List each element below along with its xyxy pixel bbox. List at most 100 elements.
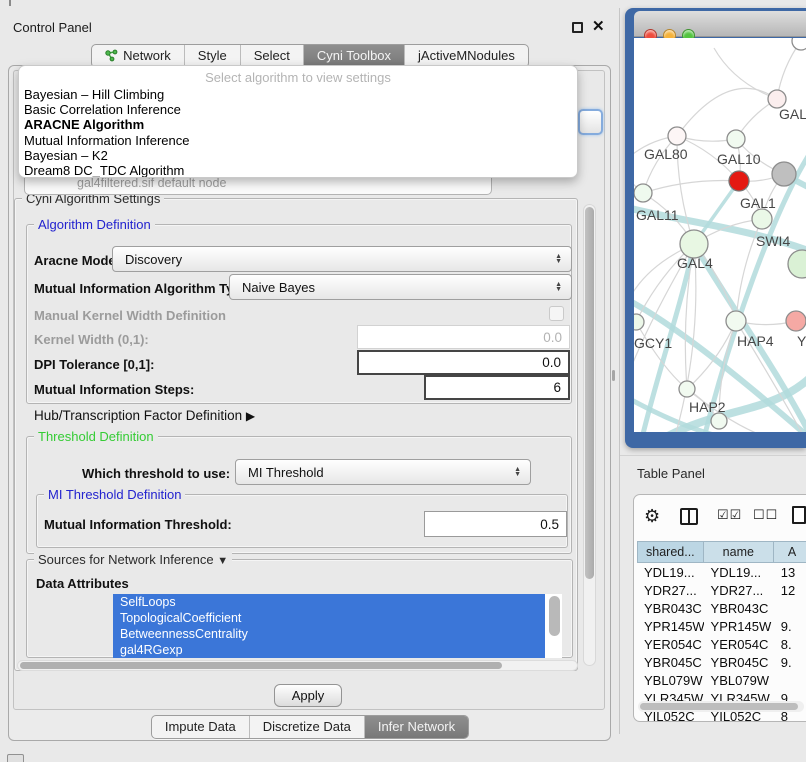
network-node-n-top[interactable] xyxy=(792,38,806,50)
kernel-width-input[interactable]: 0.0 xyxy=(357,325,570,349)
attribute-item[interactable]: TopologicalCoefficient xyxy=(113,610,545,626)
algorithm-dropdown-prompt: Select algorithm to view settings xyxy=(19,68,577,87)
panel-splitter-handle[interactable] xyxy=(612,370,615,381)
network-node-n-rg[interactable] xyxy=(788,250,806,278)
algorithm-option[interactable]: Mutual Information Inference xyxy=(19,133,577,148)
table-row[interactable]: YBR043CYBR043C xyxy=(637,599,806,617)
tab-select[interactable]: Select xyxy=(240,45,303,67)
algorithm-option[interactable]: Bayesian – Hill Climbing xyxy=(19,87,577,102)
focused-combobox-fragment[interactable] xyxy=(578,109,603,135)
attribute-item[interactable]: SelfLoops xyxy=(113,594,545,610)
table-cell: 9. xyxy=(774,655,806,670)
attribute-item[interactable]: gal4RGexp xyxy=(113,642,545,658)
dpi-tolerance-label: DPI Tolerance [0,1]: xyxy=(34,357,154,372)
table-cell: YBR043C xyxy=(704,601,774,616)
aracne-mode-label: Aracne Mode: xyxy=(34,253,120,268)
network-node-GAL1[interactable] xyxy=(729,171,749,191)
network-node-SWI4[interactable] xyxy=(752,209,772,229)
algorithm-option[interactable]: Bayesian – K2 xyxy=(19,148,577,163)
table-horizontal-scrollbar[interactable] xyxy=(638,701,804,712)
table-cell: YPR145W xyxy=(704,619,774,634)
column-header[interactable]: shared... xyxy=(637,541,704,563)
table-body: YDL19...YDL19...13YDR27...YDR27...12YBR0… xyxy=(637,563,806,722)
network-node-GCY1[interactable] xyxy=(634,314,644,330)
network-node-label: HAP4 xyxy=(737,333,774,349)
network-canvas[interactable]: GALGAL80GAL10GAL1GAL11SWI4GAL4GCY1HAP4YH… xyxy=(634,38,806,432)
settings-horizontal-scrollbar[interactable] xyxy=(17,660,578,671)
network-node-label: Y xyxy=(797,333,806,349)
top-tick xyxy=(9,0,11,6)
gear-icon[interactable]: ⚙ xyxy=(644,506,660,527)
column-header[interactable]: name xyxy=(704,541,774,563)
hub-definition-expander[interactable]: Hub/Transcription Factor Definition ▶ xyxy=(34,408,255,423)
table-row[interactable]: YER054CYER054C8. xyxy=(637,635,806,653)
table-cell: YBL079W xyxy=(637,673,704,688)
control-panel-title: Control Panel xyxy=(13,20,92,35)
table-row[interactable]: YBL079WYBL079W xyxy=(637,671,806,689)
mi-algorithm-type-select[interactable]: Naive Bayes ▲▼ xyxy=(229,274,572,300)
network-selector-value: gal4filtered.sif default node xyxy=(77,176,226,190)
close-icon[interactable]: ✕ xyxy=(592,17,605,35)
network-node-label: GAL xyxy=(779,106,806,122)
manual-kernel-checkbox[interactable] xyxy=(549,306,564,321)
network-node-label: SWI4 xyxy=(756,233,790,249)
network-node-GAL11[interactable] xyxy=(634,184,652,202)
attribute-item[interactable]: BetweennessCentrality xyxy=(113,626,545,642)
table-cell: YBR043C xyxy=(637,601,704,616)
table-row[interactable]: YBR045CYBR045C9. xyxy=(637,653,806,671)
control-panel-window: Control Panel ✕ Network Style Select Cy xyxy=(0,8,620,734)
expand-right-icon: ▶ xyxy=(246,409,255,423)
network-node-GAL80[interactable] xyxy=(668,127,686,145)
data-attributes-list[interactable]: SelfLoopsTopologicalCoefficientBetweenne… xyxy=(113,594,562,658)
float-window-icon[interactable] xyxy=(572,22,583,33)
table-cell: YER054C xyxy=(704,637,774,652)
algorithm-option[interactable]: Dream8 DC_TDC Algorithm xyxy=(19,163,577,178)
aracne-mode-select[interactable]: Discovery ▲▼ xyxy=(112,246,572,272)
network-edge xyxy=(714,48,777,99)
kernel-width-label: Kernel Width (0,1): xyxy=(34,332,149,347)
network-edge xyxy=(643,181,739,193)
network-node-HAP4[interactable] xyxy=(726,311,746,331)
minimized-panel-icon[interactable] xyxy=(7,754,24,762)
column-header[interactable]: A xyxy=(774,541,806,563)
tab-impute-data[interactable]: Impute Data xyxy=(152,716,249,738)
network-node-label: GAL10 xyxy=(717,151,761,167)
select-all-columns-icon[interactable]: ☑☑ xyxy=(717,507,742,523)
algorithm-option[interactable]: ARACNE Algorithm xyxy=(19,117,577,132)
tab-jactivemnodules[interactable]: jActiveMNodules xyxy=(404,45,528,67)
which-threshold-select[interactable]: MI Threshold ▲▼ xyxy=(235,459,531,485)
tab-discretize-data[interactable]: Discretize Data xyxy=(249,716,364,738)
algorithm-option[interactable]: Basic Correlation Inference xyxy=(19,102,577,117)
tab-network[interactable]: Network xyxy=(92,45,184,67)
table-cell: YPR145W xyxy=(637,619,704,634)
split-column-icon[interactable] xyxy=(680,508,698,525)
network-node-Y[interactable] xyxy=(786,311,806,331)
dpi-tolerance-input[interactable]: 0.0 xyxy=(357,350,570,375)
settings-vertical-scrollbar[interactable] xyxy=(583,204,596,666)
threshold-definition-title: Threshold Definition xyxy=(34,429,158,444)
mi-steps-input[interactable]: 6 xyxy=(424,375,570,400)
table-cell: YBR045C xyxy=(704,655,774,670)
table-row[interactable]: YDL19...YDL19...13 xyxy=(637,563,806,581)
tab-style[interactable]: Style xyxy=(184,45,240,67)
mi-steps-label: Mutual Information Steps: xyxy=(34,382,194,397)
table-row[interactable]: YDR27...YDR27...12 xyxy=(637,581,806,599)
network-node-GAL10[interactable] xyxy=(727,130,745,148)
document-icon[interactable] xyxy=(792,506,806,524)
which-threshold-label: Which threshold to use: xyxy=(82,466,230,481)
network-node-HAP2[interactable] xyxy=(679,381,695,397)
table-row[interactable]: YPR145WYPR145W9. xyxy=(637,617,806,635)
tab-infer-network[interactable]: Infer Network xyxy=(364,716,468,738)
node-table: shared...nameA YDL19...YDL19...13YDR27..… xyxy=(637,541,806,722)
apply-button[interactable]: Apply xyxy=(274,684,342,707)
network-node-GAL4[interactable] xyxy=(680,230,708,258)
mi-threshold-input[interactable]: 0.5 xyxy=(424,511,567,537)
attributes-scrollbar[interactable] xyxy=(549,596,560,636)
mi-type-label: Mutual Information Algorithm Type: xyxy=(34,281,253,296)
network-node-n-gray[interactable] xyxy=(772,162,796,186)
network-window-titlebar[interactable] xyxy=(634,11,806,37)
sources-group-title[interactable]: Sources for Network Inference ▼ xyxy=(34,552,232,567)
deselect-all-columns-icon[interactable]: ☐☐ xyxy=(753,507,778,523)
tab-cyni-toolbox[interactable]: Cyni Toolbox xyxy=(303,45,404,67)
network-node-n-bot[interactable] xyxy=(711,413,727,429)
